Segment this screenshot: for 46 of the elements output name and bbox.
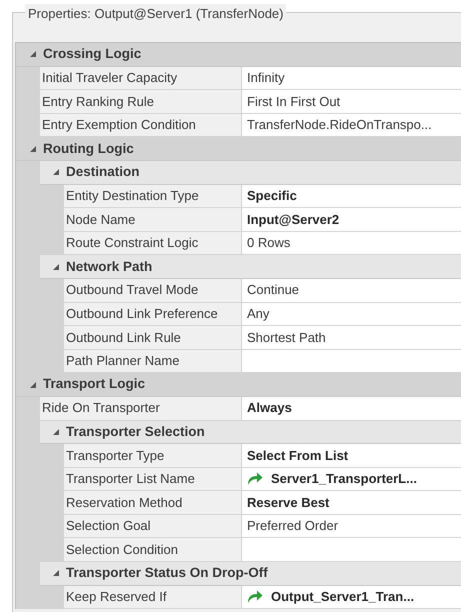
collapse-icon[interactable] <box>52 262 60 271</box>
collapse-icon[interactable] <box>29 144 37 153</box>
category-header[interactable]: Transporter Selection <box>40 420 461 444</box>
property-name: Initial Traveler Capacity <box>40 66 242 90</box>
property-value[interactable]: First In First Out <box>242 90 461 113</box>
property-value[interactable]: Output_Server1_Tran... <box>242 586 461 608</box>
collapse-icon[interactable] <box>52 428 60 436</box>
property-value[interactable]: Reserve Best <box>242 491 461 514</box>
property-value[interactable]: Select From List <box>242 444 461 467</box>
property-value[interactable]: Server1_TransporterL... <box>242 468 461 490</box>
property-value[interactable]: Preferred Order <box>242 514 461 538</box>
collapse-icon[interactable] <box>52 168 60 176</box>
category-header[interactable]: Network Path <box>40 255 461 279</box>
panel-title: Properties: Output@Server1 (TransferNode) <box>25 4 286 24</box>
collapse-icon[interactable] <box>29 380 37 389</box>
collapse-icon[interactable] <box>29 50 37 58</box>
category-header[interactable]: Transporter Status On Drop-Off <box>40 562 461 586</box>
property-name: Selection Condition <box>64 538 242 562</box>
property-value[interactable]: Any <box>242 302 461 326</box>
property-name: Outbound Link Rule <box>64 326 242 349</box>
category-header[interactable]: Destination <box>40 160 461 185</box>
property-name: Transporter List Name <box>64 468 242 490</box>
property-value[interactable]: 0 Rows <box>242 232 461 254</box>
property-name: Path Planner Name <box>64 350 242 372</box>
property-value[interactable]: Continue <box>242 278 461 302</box>
curved-arrow-icon <box>247 472 263 486</box>
curved-arrow-icon <box>247 590 263 604</box>
property-name: Ride On Transporter <box>40 396 242 420</box>
property-name: Keep Reserved If <box>64 586 242 608</box>
property-name: Entry Ranking Rule <box>40 90 242 113</box>
property-name: Entity Destination Type <box>64 184 242 208</box>
property-name: Entry Exemption Condition <box>40 114 242 136</box>
property-name: Route Constraint Logic <box>64 232 242 254</box>
property-name: Node Name <box>64 208 242 231</box>
property-value[interactable]: Input@Server2 <box>242 208 461 231</box>
property-value[interactable]: Always <box>242 396 461 420</box>
property-value[interactable]: Specific <box>242 184 461 208</box>
property-name: Transporter Type <box>64 444 242 467</box>
property-name: Reservation Method <box>64 491 242 514</box>
property-value[interactable]: Infinity <box>242 66 461 90</box>
property-name: Selection Goal <box>64 514 242 538</box>
collapse-icon[interactable] <box>52 569 60 578</box>
property-value[interactable]: Shortest Path <box>242 326 461 349</box>
property-name: Outbound Link Preference <box>64 302 242 326</box>
property-value[interactable]: TransferNode.RideOnTranspo... <box>242 114 461 136</box>
property-name: Outbound Travel Mode <box>64 278 242 302</box>
